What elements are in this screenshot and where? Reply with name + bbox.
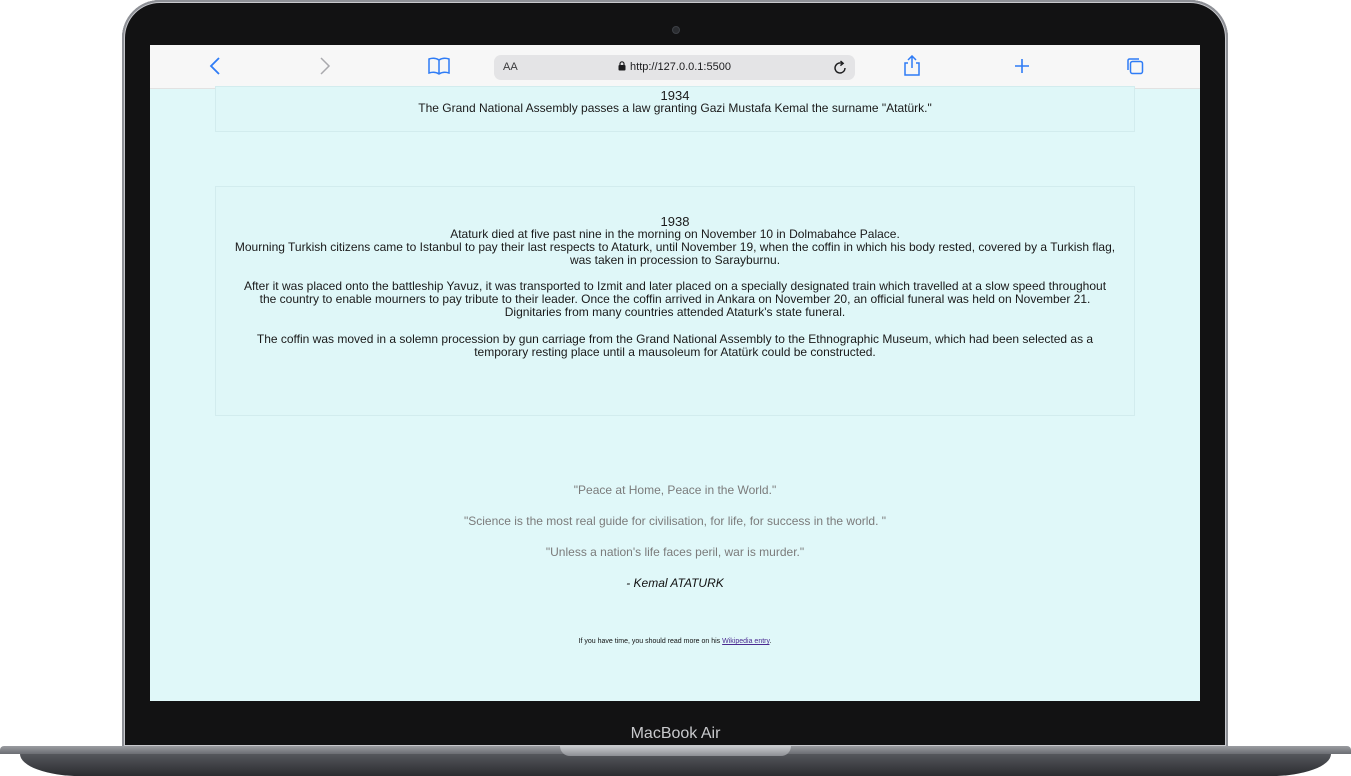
book-icon xyxy=(428,57,450,75)
tabs-overview-button[interactable] xyxy=(1120,53,1150,79)
page-content: 1934 The Grand National Assembly passes … xyxy=(150,86,1200,701)
tabs-icon xyxy=(1127,58,1144,75)
chevron-left-icon xyxy=(209,57,220,75)
timeline-card-1938: 1938 Ataturk died at five past nine in t… xyxy=(215,186,1135,416)
timeline-text: The Grand National Assembly passes a law… xyxy=(418,101,932,115)
timeline-text: Dignitaries from many countries attended… xyxy=(504,305,846,319)
browser-toolbar: AA http://127.0.0.1:5500 xyxy=(150,45,1200,89)
back-button[interactable] xyxy=(200,53,230,79)
timeline-text: After it was placed onto the battleship … xyxy=(243,279,1107,306)
quote: "Science is the most real guide for civi… xyxy=(463,514,887,528)
address-bar[interactable]: AA http://127.0.0.1:5500 xyxy=(494,55,855,80)
browser-screen: AA http://127.0.0.1:5500 1934 The Grand … xyxy=(150,45,1200,701)
forward-button[interactable] xyxy=(310,53,340,79)
timeline-card-1934: 1934 The Grand National Assembly passes … xyxy=(215,86,1135,132)
share-icon xyxy=(904,55,920,76)
reload-icon xyxy=(834,60,846,74)
timeline-text: Mourning Turkish citizens came to Istanb… xyxy=(234,240,1116,267)
share-button[interactable] xyxy=(897,53,927,79)
footer-prefix: If you have time, you should read more o… xyxy=(578,638,723,645)
url-text: http://127.0.0.1:5500 xyxy=(630,61,731,73)
wikipedia-link[interactable]: Wikipedia entry xyxy=(722,638,769,645)
footer-note: If you have time, you should read more o… xyxy=(150,638,1200,645)
quote-author: - Kemal ATATURK xyxy=(626,576,724,590)
new-tab-button[interactable] xyxy=(1007,53,1037,79)
camera-icon xyxy=(672,26,680,34)
chevron-right-icon xyxy=(320,57,331,75)
quote: "Peace at Home, Peace in the World." xyxy=(573,483,777,497)
base-notch xyxy=(560,746,791,756)
reload-button[interactable] xyxy=(831,59,849,77)
device-label: MacBook Air xyxy=(630,725,721,742)
laptop-base xyxy=(0,746,1351,776)
bookmarks-button[interactable] xyxy=(424,53,454,79)
footer-suffix: . xyxy=(769,638,772,645)
plus-icon xyxy=(1015,59,1029,73)
timeline-text: The coffin was moved in a solemn process… xyxy=(256,332,1094,359)
quote: "Unless a nation's life faces peril, war… xyxy=(545,545,805,559)
lock-icon xyxy=(618,61,626,74)
